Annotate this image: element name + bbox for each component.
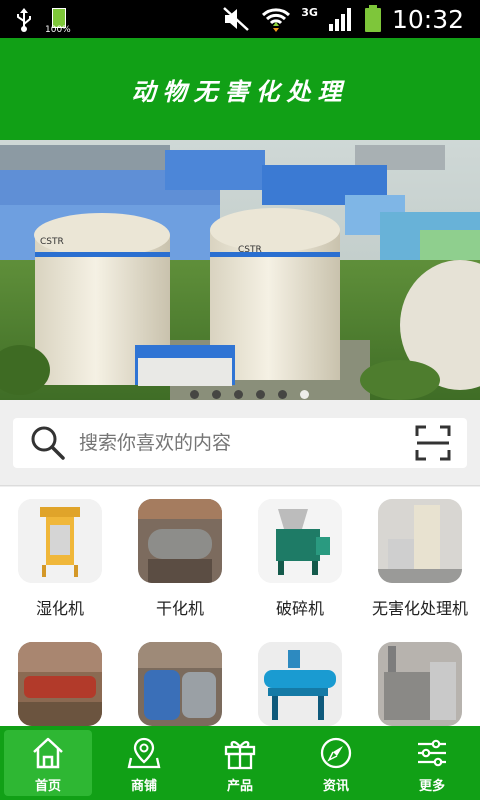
scan-icon[interactable] (415, 425, 451, 461)
category-item-tank-machine[interactable] (120, 642, 240, 738)
nav-label: 产品 (226, 779, 253, 794)
compass-icon (320, 737, 352, 769)
category-item-incinerator[interactable] (360, 642, 480, 738)
nav-label: 更多 (418, 779, 445, 794)
nav-label: 资讯 (322, 779, 349, 794)
app-header: 动物无害化处理 (0, 38, 480, 140)
nav-item-news[interactable]: 资讯 (288, 726, 384, 800)
category-label: 湿化机 (35, 599, 84, 618)
search-icon[interactable] (29, 424, 67, 462)
wifi-icon (262, 8, 291, 32)
category-item-press-machine[interactable] (240, 642, 360, 738)
category-label: 无害化处理机 (371, 599, 468, 618)
category-item-wet-rendering[interactable]: 湿化机 (0, 499, 120, 619)
nav-item-home[interactable]: 首页 (0, 726, 96, 800)
tank-machine-image (138, 642, 222, 726)
search-bar[interactable] (13, 418, 467, 468)
battery-status-icon: 100% (45, 6, 71, 35)
nav-label: 首页 (34, 779, 61, 794)
crusher-image (258, 499, 342, 583)
network-type: 3G (301, 5, 318, 19)
nav-label: 商铺 (130, 779, 157, 794)
nav-item-products[interactable]: 产品 (192, 726, 288, 800)
clock: 10:32 (391, 4, 464, 34)
dry-rendering-machine-image (138, 499, 222, 583)
press-machine-image (258, 642, 342, 726)
carousel-dot[interactable] (190, 390, 199, 399)
mute-icon (223, 7, 250, 31)
banner-image: CSTR CSTR (0, 140, 480, 400)
shop-map-icon (127, 737, 161, 769)
tank-sign-left: CSTR (40, 237, 64, 247)
category-item-dry-rendering[interactable]: 干化机 (120, 499, 240, 619)
search-input[interactable] (79, 432, 415, 454)
banner-carousel[interactable]: CSTR CSTR (0, 140, 480, 400)
harmless-treatment-machine-image (378, 499, 462, 583)
incinerator-image (378, 642, 462, 726)
gift-icon (224, 740, 256, 770)
search-area (0, 400, 480, 486)
carousel-dot[interactable] (256, 390, 265, 399)
carousel-dot[interactable] (212, 390, 221, 399)
category-item-screw-conveyor[interactable] (0, 642, 120, 738)
category-label: 干化机 (155, 599, 204, 618)
battery-percent: 100% (45, 25, 71, 35)
nav-item-shop[interactable]: 商铺 (96, 726, 192, 800)
category-grid: 湿化机 干化机 破碎机 无害化处理机 (0, 487, 480, 727)
category-label: 破碎机 (275, 599, 324, 618)
sliders-icon (418, 739, 446, 767)
category-item-harmless-treatment[interactable]: 无害化处理机 (360, 499, 480, 619)
home-icon (33, 737, 63, 769)
battery-icon (364, 5, 381, 32)
status-bar: 100% 3G 10:32 (0, 0, 480, 38)
wet-rendering-machine-image (18, 499, 102, 583)
tank-sign-right: CSTR (238, 245, 262, 255)
signal-icon (328, 8, 351, 31)
bottom-nav: 首页 商铺 产品 资讯 更多 (0, 726, 480, 800)
nav-item-more[interactable]: 更多 (384, 726, 480, 800)
page-title: 动物无害化处理 (131, 76, 349, 106)
category-item-crusher[interactable]: 破碎机 (240, 499, 360, 619)
carousel-dot[interactable] (234, 390, 243, 399)
carousel-dot[interactable] (300, 390, 309, 399)
screw-conveyor-image (18, 642, 102, 726)
usb-icon (17, 8, 31, 32)
carousel-indicator[interactable] (190, 390, 309, 399)
carousel-dot[interactable] (278, 390, 287, 399)
